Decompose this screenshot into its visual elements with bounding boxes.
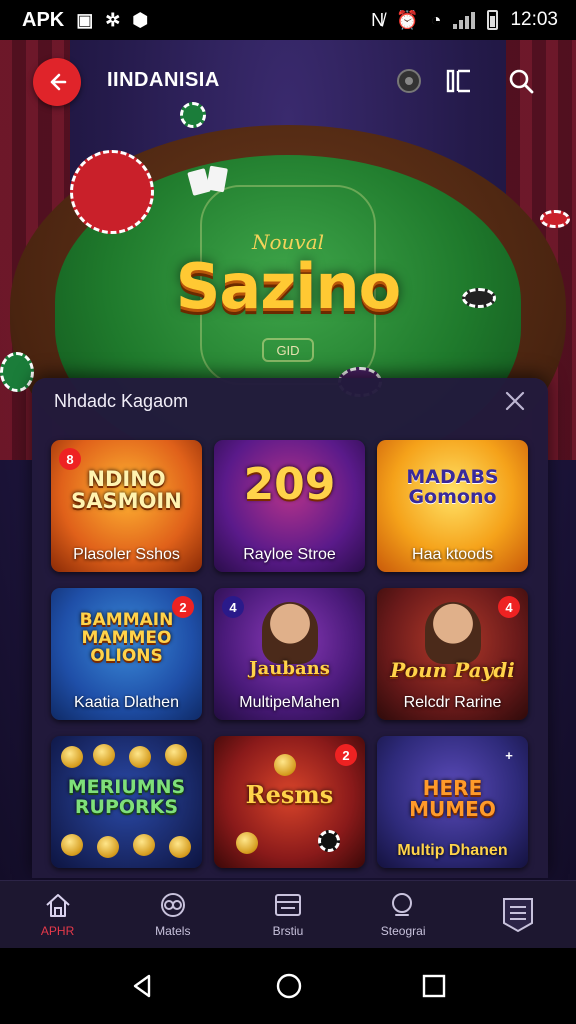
nav-item-wallet[interactable]: Brstiu: [243, 891, 333, 938]
game-logo: MERIUMNS RUPORKS: [67, 776, 186, 818]
tile-badge: +: [505, 747, 513, 763]
battery-icon: [487, 10, 499, 30]
back-arrow-icon: [50, 73, 67, 91]
coin-icon: [97, 836, 119, 858]
character-portrait: [424, 602, 481, 664]
poker-chip-icon: [0, 352, 34, 392]
carrier-label: APK: [22, 8, 65, 31]
signal-icon: [453, 11, 476, 29]
poker-chip-icon: [540, 210, 570, 228]
home-icon: [45, 894, 70, 917]
modal-title: Nhdadc Kagaom: [54, 391, 189, 411]
game-tile[interactable]: 2 BAMMAIN MAMMEO OLIONS Kaatia Dlathen: [51, 588, 202, 720]
coin-icon: [274, 754, 296, 776]
game-logo: BAMMAIN MAMMEO OLIONS: [79, 610, 174, 666]
search-icon: [392, 893, 413, 916]
chip-icon[interactable]: [392, 64, 426, 98]
nav-item-home[interactable]: APHR: [13, 891, 103, 938]
coin-icon: [165, 744, 187, 766]
game-modal: Nhdadc Kagaom 8 NDINO SASMOIN Plasoler S…: [32, 378, 548, 878]
system-nav-bar: [0, 948, 576, 1024]
game-logo: Jaubans: [249, 658, 330, 679]
nav-label: Brstiu: [272, 924, 304, 938]
bug-icon: ✲: [105, 10, 121, 30]
status-time: 12:03: [510, 9, 558, 30]
coin-icon: [61, 746, 83, 768]
game-tile[interactable]: MERIUMNS RUPORKS: [51, 736, 202, 868]
game-name: MultipeMahen: [239, 694, 340, 711]
game-tile[interactable]: 2 Resms: [214, 736, 365, 868]
tile-badge: 4: [222, 596, 244, 618]
tile-badge: 8: [59, 448, 81, 470]
game-logo: MADABS Gomono: [406, 466, 499, 508]
app-title: IINDANISIA: [107, 69, 220, 91]
game-logo: NDINO SASMOIN: [71, 467, 182, 514]
nav-label: Steograi: [380, 924, 426, 938]
game-logo: Poun Paydi: [390, 658, 515, 682]
alarm-icon: ⏰: [396, 10, 419, 30]
poker-chip-icon: [318, 830, 340, 852]
game-tile[interactable]: 8 NDINO SASMOIN Plasoler Sshos: [51, 440, 202, 572]
game-name: Multip Dhanen: [397, 842, 508, 859]
game-logo: HERE MUMEO: [409, 776, 496, 821]
coin-icon: [236, 832, 258, 854]
nav-label: APHR: [40, 924, 75, 938]
layout-icon[interactable]: [442, 64, 476, 98]
game-name: Kaatia Dlathen: [74, 694, 179, 711]
bottom-nav: APHR Matels Brstiu Steograi: [0, 880, 576, 948]
status-bar: APK ▣ ✲ ⬢ N̸ ⏰ ◔ 12:03: [0, 0, 576, 40]
poker-chip-icon: [70, 150, 154, 234]
coin-icon: [133, 834, 155, 856]
game-name: Relcdr Rarine: [403, 694, 502, 711]
tile-badge: 2: [335, 744, 357, 766]
app-header: IINDANISIA: [0, 56, 576, 106]
nav-label: Matels: [155, 924, 191, 938]
felt-label: GID: [262, 338, 314, 362]
coin-icon: [169, 836, 191, 858]
coin-icon: [93, 744, 115, 766]
close-icon[interactable]: [500, 386, 530, 416]
screenshot-icon: ▣: [76, 10, 94, 30]
game-tile[interactable]: 4 Poun Paydi Relcdr Rarine: [377, 588, 528, 720]
search-icon[interactable]: [504, 64, 538, 98]
nav-item-games[interactable]: Matels: [128, 891, 218, 938]
game-tile[interactable]: MADABS Gomono Haa ktoods: [377, 440, 528, 572]
nav-item-search[interactable]: Steograi: [358, 891, 448, 938]
menu-icon: [503, 897, 534, 932]
game-name: Rayloe Stroe: [243, 546, 336, 563]
game-grid: 8 NDINO SASMOIN Plasoler Sshos 209 Raylo…: [51, 440, 529, 868]
game-logo: 209: [243, 459, 336, 510]
game-name: Haa ktoods: [412, 546, 493, 563]
game-logo: Resms: [245, 780, 334, 809]
character-portrait: [261, 602, 318, 664]
game-tile[interactable]: 4 Jaubans MultipeMahen: [214, 588, 365, 720]
home-icon[interactable]: [274, 971, 304, 1001]
coin-icon: [129, 746, 151, 768]
nav-item-menu[interactable]: [473, 895, 563, 935]
hero-logo: Sazino: [175, 250, 402, 323]
games-icon: [160, 893, 185, 917]
wifi-icon: ◔: [430, 10, 442, 30]
game-name: Plasoler Sshos: [73, 546, 180, 563]
back-icon[interactable]: [129, 972, 157, 1000]
game-tile[interactable]: + HERE MUMEO Multip Dhanen: [377, 736, 528, 868]
nfc-icon: N̸: [371, 10, 385, 30]
coin-icon: [61, 834, 83, 856]
back-button[interactable]: [33, 58, 81, 106]
recents-icon[interactable]: [421, 973, 447, 999]
wallet-icon: [274, 894, 301, 916]
tile-badge: 4: [498, 596, 520, 618]
vpn-icon: ⬢: [132, 10, 149, 30]
game-tile[interactable]: 209 Rayloe Stroe: [214, 440, 365, 572]
